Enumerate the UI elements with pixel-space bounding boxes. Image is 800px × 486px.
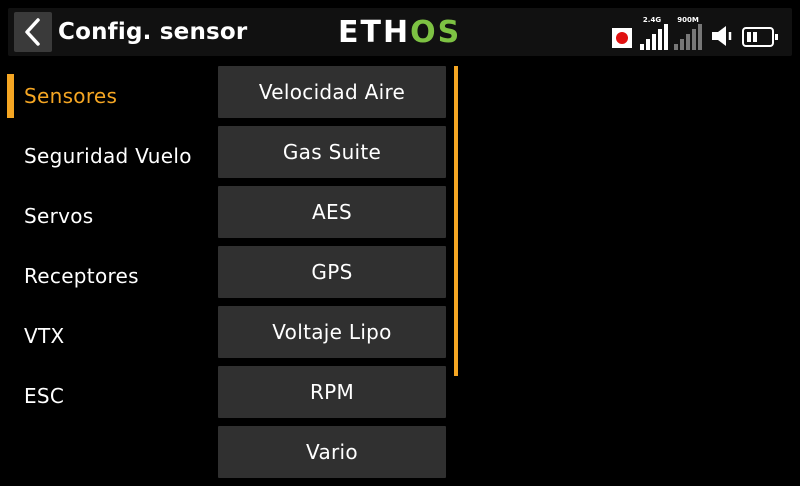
sidebar-item-servos[interactable]: Servos bbox=[0, 186, 210, 246]
title-bar: Config. sensor ETHOS 2.4G 900M bbox=[8, 8, 792, 56]
sensor-button-rpm[interactable]: RPM bbox=[218, 366, 446, 418]
logo-text-green: OS bbox=[410, 15, 462, 50]
record-icon[interactable] bbox=[612, 28, 632, 48]
sidebar-item-esc[interactable]: ESC bbox=[0, 366, 210, 426]
back-button[interactable] bbox=[14, 12, 52, 52]
sensor-button-vario[interactable]: Vario bbox=[218, 426, 446, 478]
signal-900-icon: 900M bbox=[672, 16, 704, 50]
sensor-button-voltaje-lipo[interactable]: Voltaje Lipo bbox=[218, 306, 446, 358]
page-title: Config. sensor bbox=[58, 19, 248, 45]
sensor-list: Velocidad Aire Gas Suite AES GPS Voltaje… bbox=[218, 66, 446, 486]
sensor-button-gps[interactable]: GPS bbox=[218, 246, 446, 298]
sidebar-item-sensores[interactable]: Sensores bbox=[0, 66, 210, 126]
signal-900-label: 900M bbox=[677, 16, 699, 24]
chevron-left-icon bbox=[25, 18, 40, 46]
ethos-logo: ETHOS bbox=[338, 8, 461, 56]
signal-24-label: 2.4G bbox=[642, 16, 662, 24]
logo-text-white: ETH bbox=[338, 15, 411, 50]
speaker-icon[interactable] bbox=[710, 23, 736, 49]
sidebar-item-seguridad-vuelo[interactable]: Seguridad Vuelo bbox=[0, 126, 210, 186]
status-area: 2.4G 900M bbox=[612, 14, 778, 50]
battery-icon bbox=[742, 27, 778, 47]
sidebar-menu: Sensores Seguridad Vuelo Servos Receptor… bbox=[0, 66, 210, 426]
sidebar-item-vtx[interactable]: VTX bbox=[0, 306, 210, 366]
scrollbar[interactable] bbox=[454, 66, 458, 376]
sidebar-item-receptores[interactable]: Receptores bbox=[0, 246, 210, 306]
sensor-button-velocidad-aire[interactable]: Velocidad Aire bbox=[218, 66, 446, 118]
sensor-button-gas-suite[interactable]: Gas Suite bbox=[218, 126, 446, 178]
signal-24-icon: 2.4G bbox=[638, 16, 668, 50]
sensor-button-aes[interactable]: AES bbox=[218, 186, 446, 238]
